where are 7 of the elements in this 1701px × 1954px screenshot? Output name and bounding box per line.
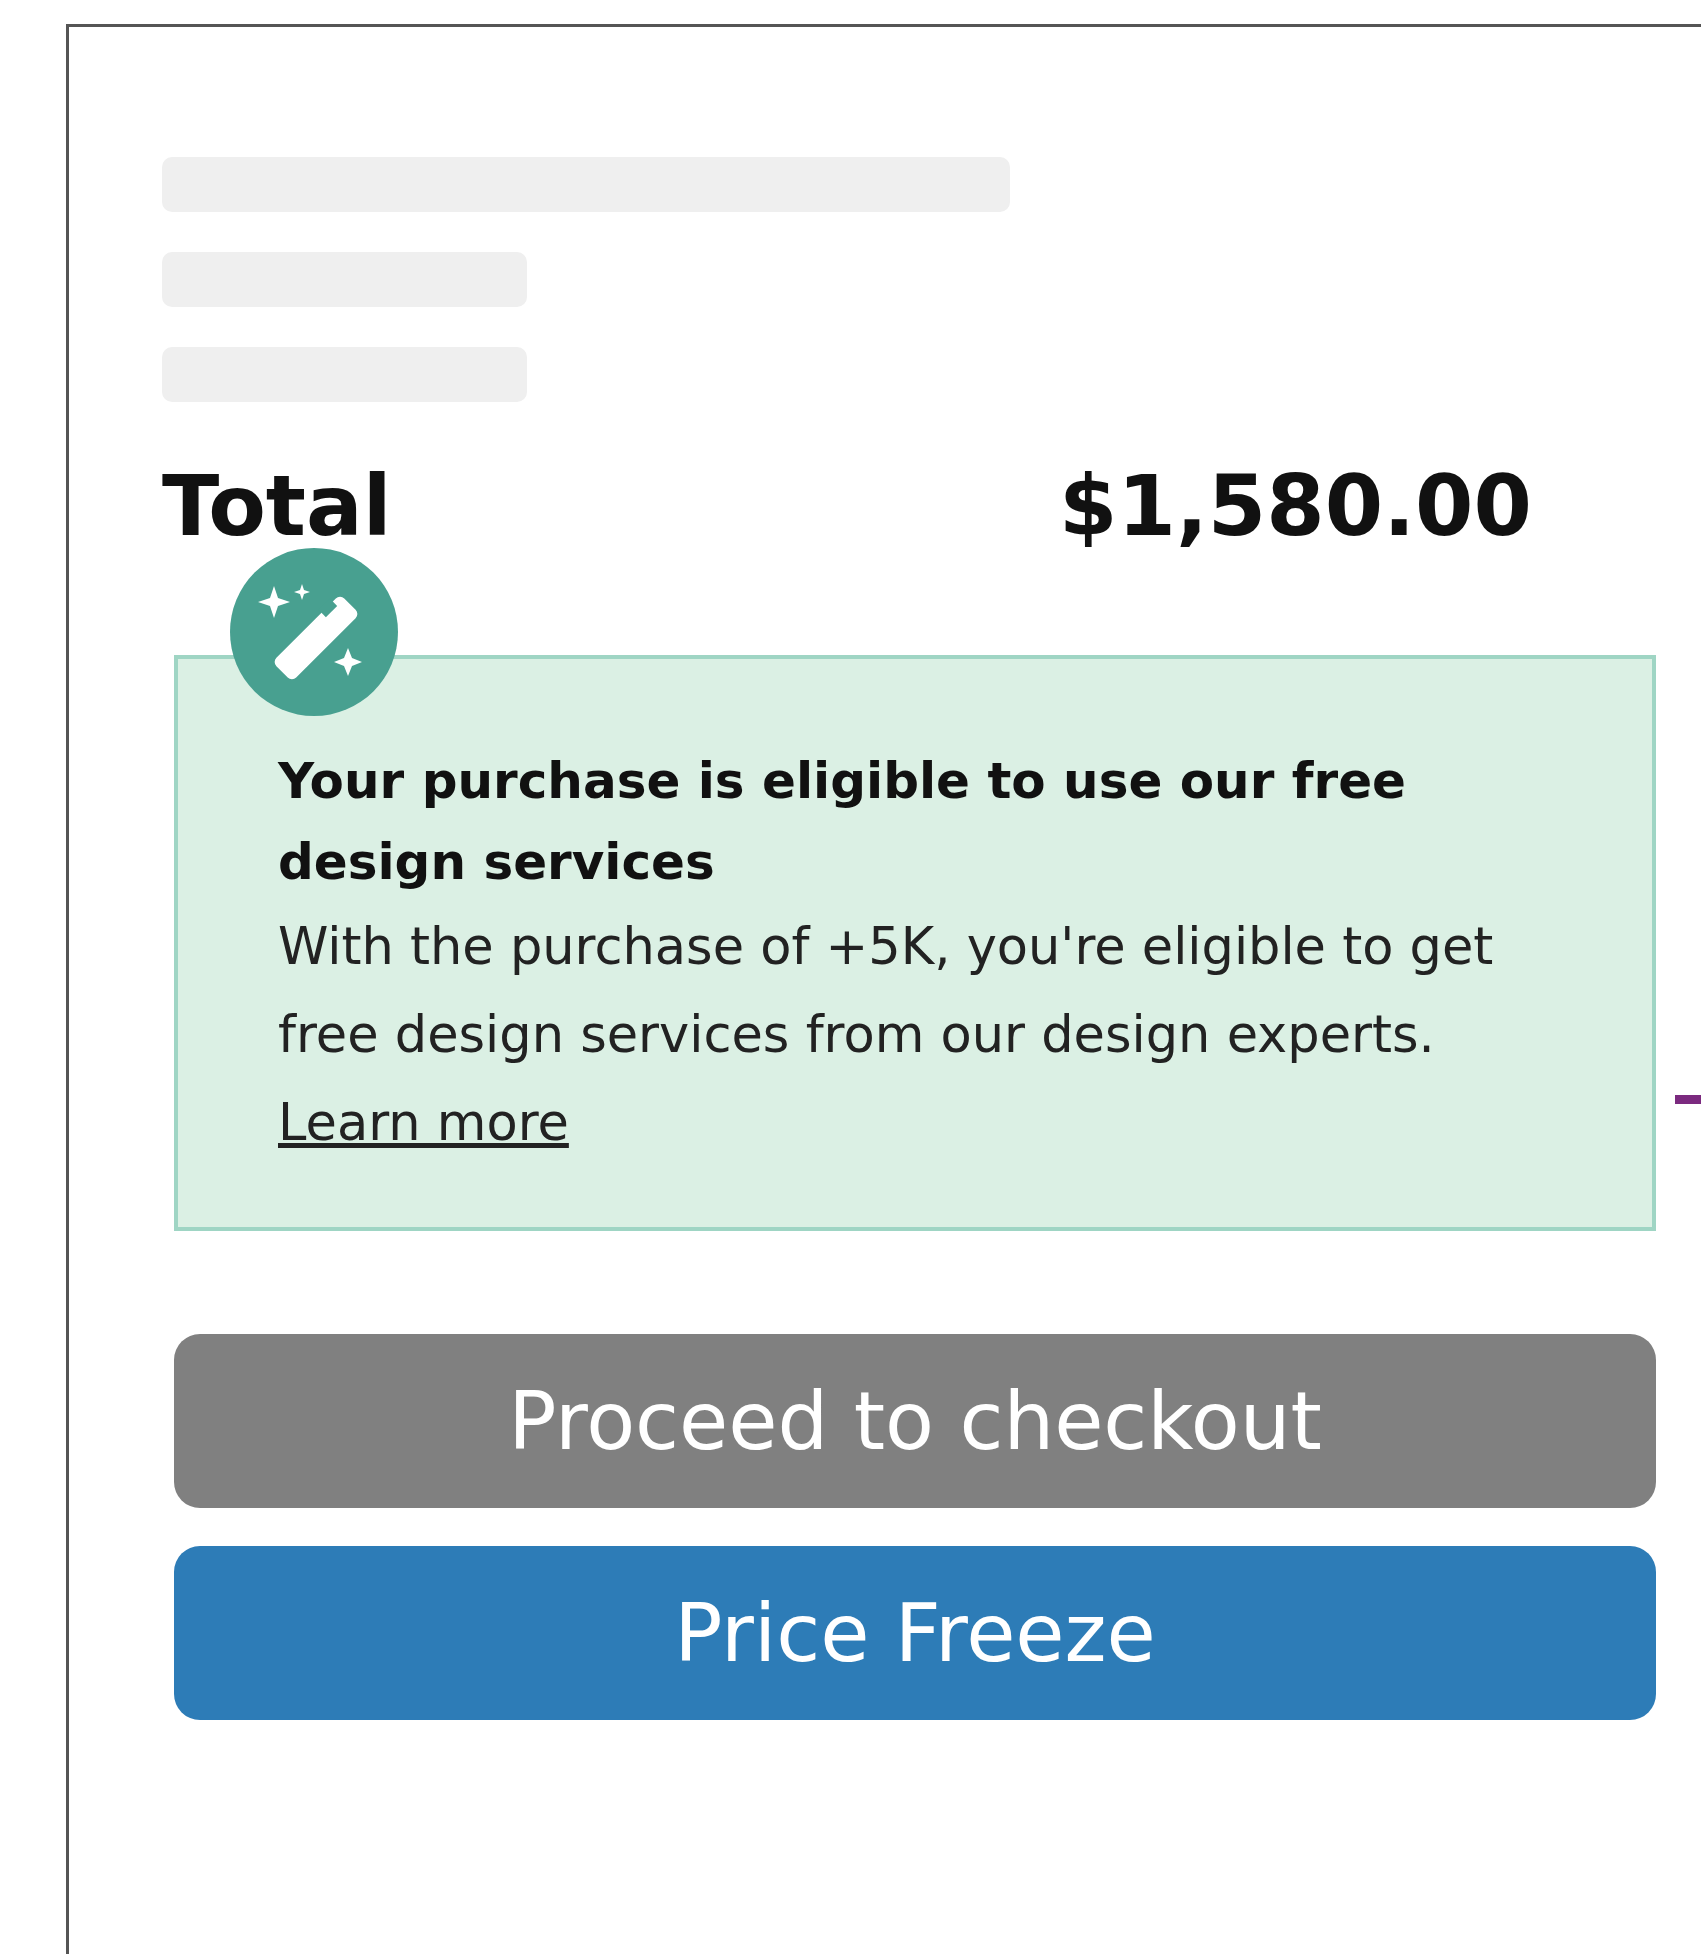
notice-text: With the purchase of +5K, you're eligible to get free design services from our design experts. Learn more <box>278 916 1495 1154</box>
total-label: Total <box>162 457 392 555</box>
learn-more-link[interactable]: Learn more <box>278 1093 569 1152</box>
notice-title: Your purchase is eligible to use our free design services <box>278 751 1407 893</box>
price-freeze-button[interactable]: Price Freeze <box>174 1546 1656 1720</box>
total-amount: $1,580.00 <box>1059 457 1532 555</box>
magic-wand-icon <box>230 548 398 716</box>
